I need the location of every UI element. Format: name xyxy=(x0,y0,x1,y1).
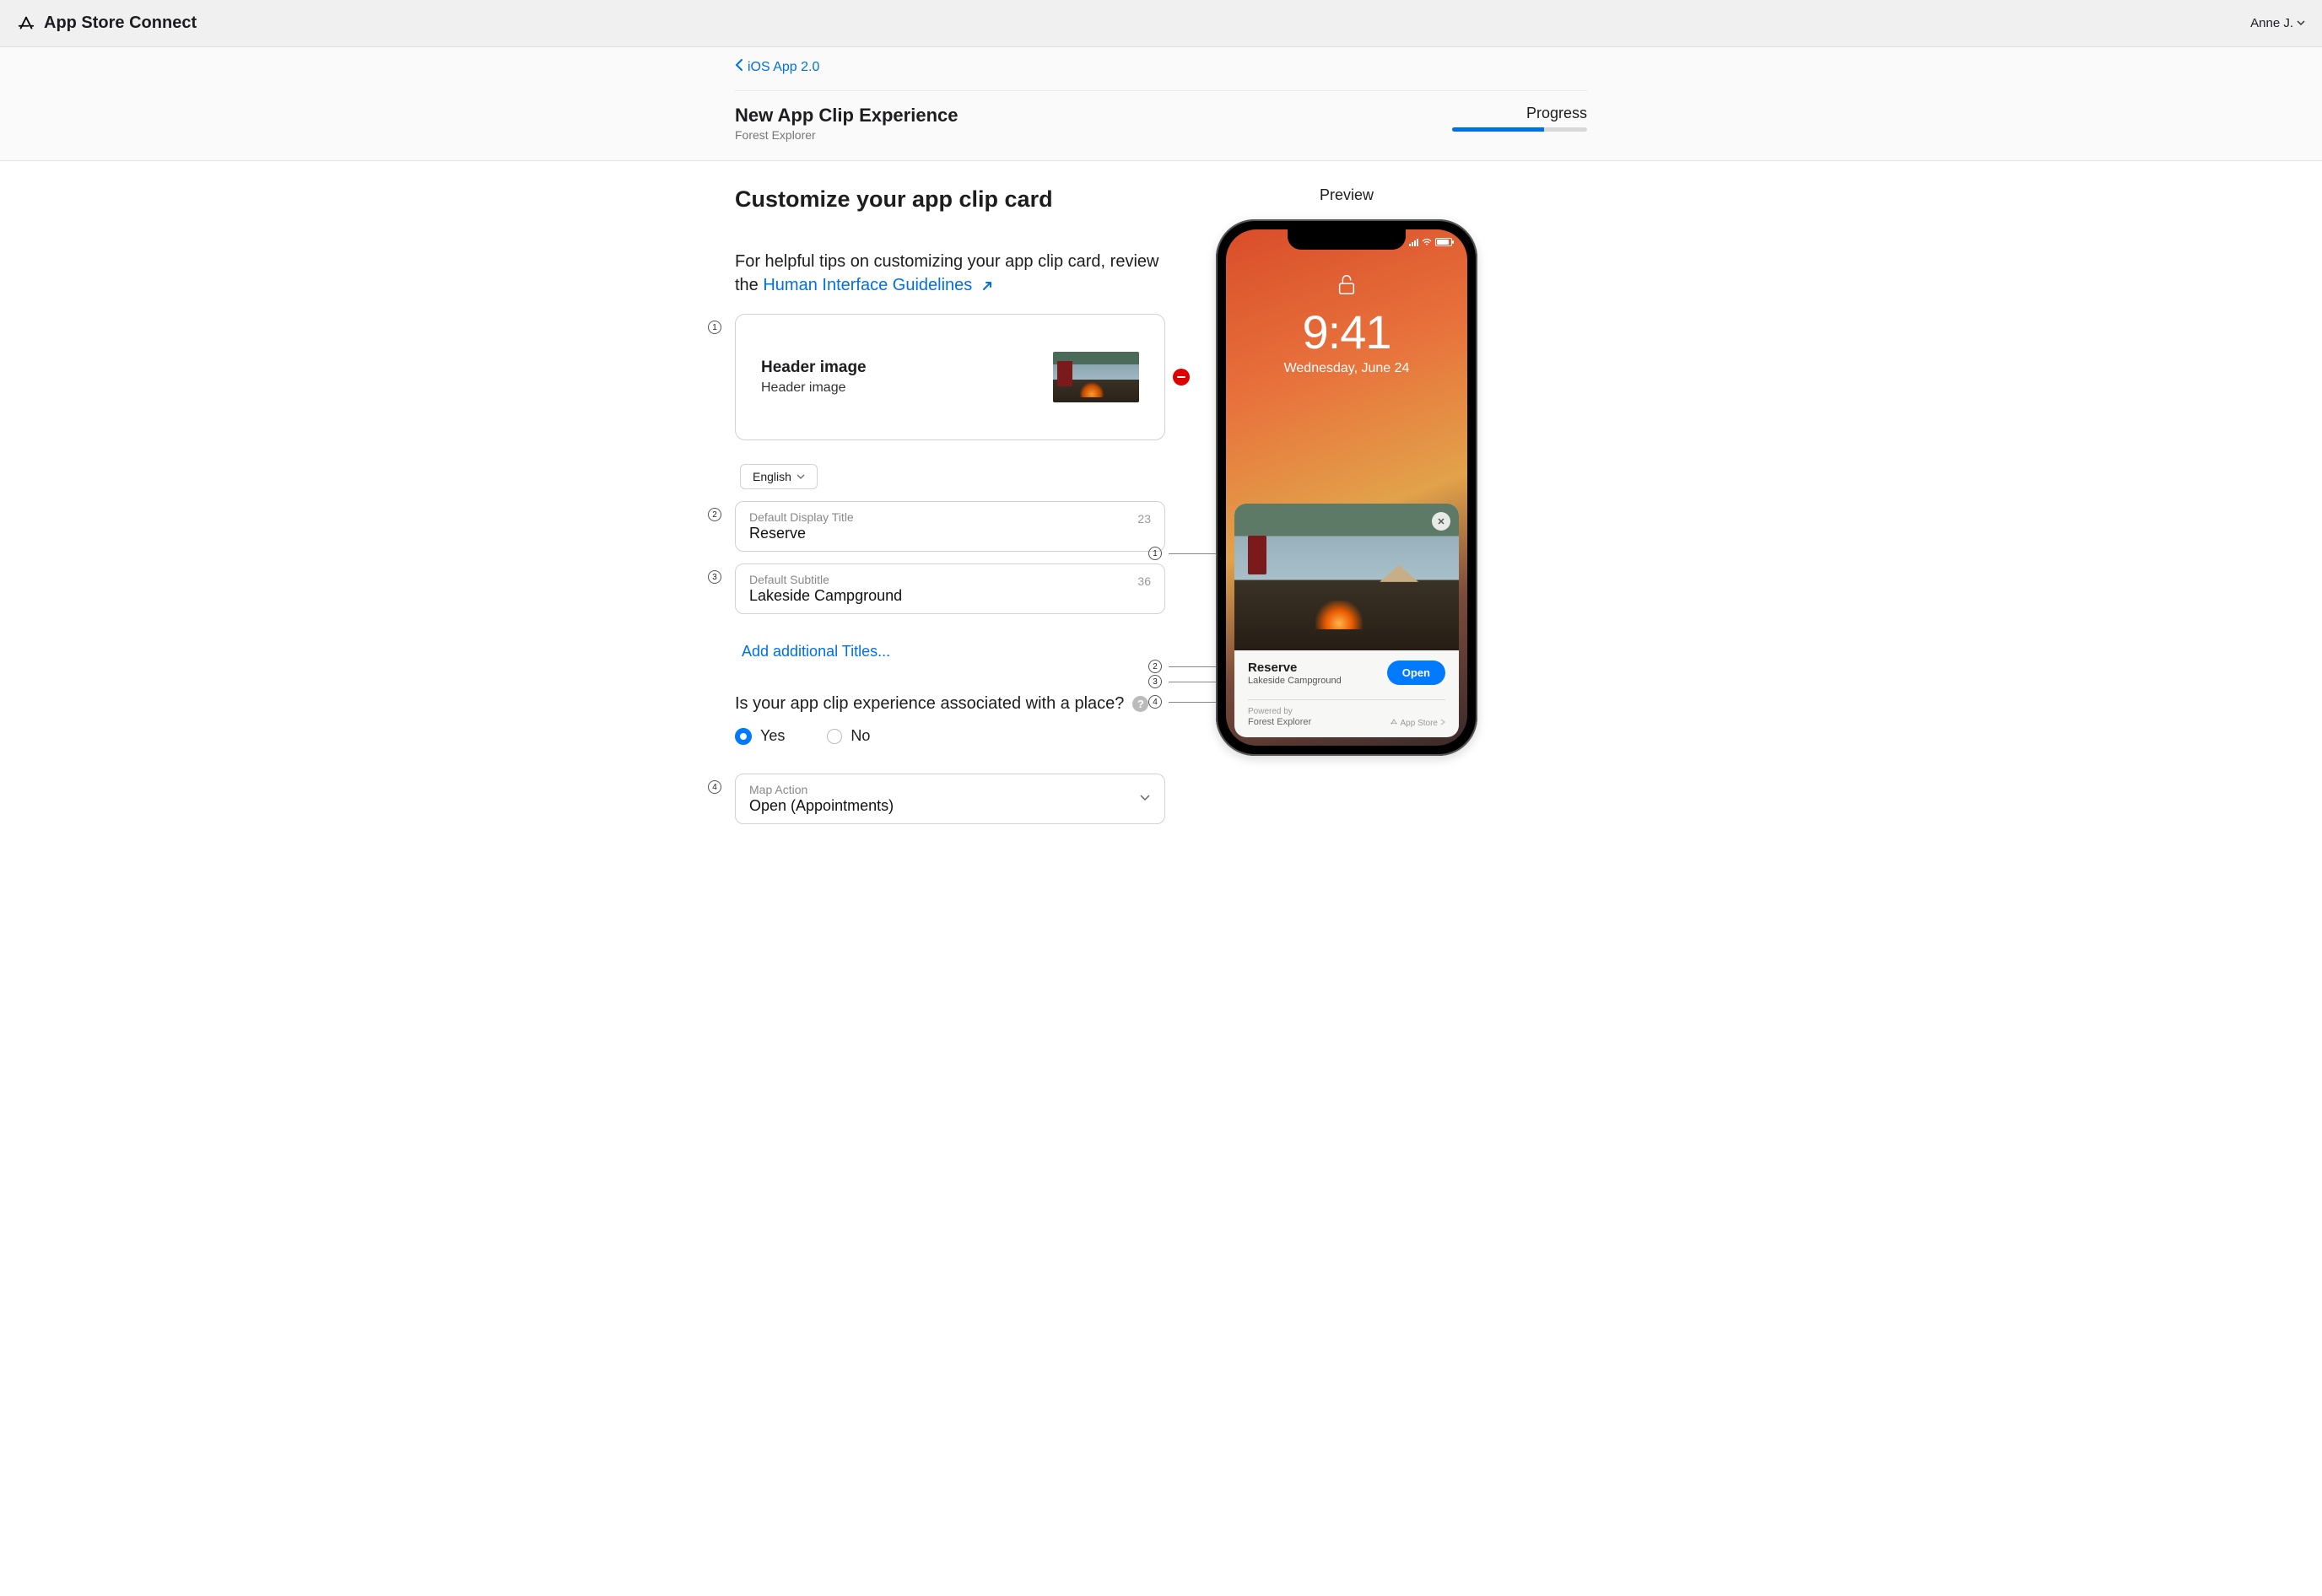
page-subtitle: Forest Explorer xyxy=(735,128,958,142)
breadcrumb-back[interactable]: iOS App 2.0 xyxy=(735,59,1587,91)
chevron-right-icon xyxy=(1440,719,1445,728)
lock-icon xyxy=(1226,273,1467,299)
header-image-thumbnail xyxy=(1053,352,1139,402)
app-store-link[interactable]: App Store xyxy=(1390,718,1445,729)
battery-icon xyxy=(1435,238,1452,246)
user-menu[interactable]: Anne J. xyxy=(2250,16,2305,30)
header-image-subtitle: Header image xyxy=(761,380,867,396)
callout-2: 2 xyxy=(1148,660,1162,673)
chevron-down-icon xyxy=(796,470,805,483)
help-icon[interactable]: ? xyxy=(1132,696,1148,712)
language-select[interactable]: English xyxy=(740,464,818,489)
display-title-label: Default Display Title xyxy=(749,510,1151,524)
clip-app-name: Forest Explorer xyxy=(1248,717,1311,729)
add-additional-titles-link[interactable]: Add additional Titles... xyxy=(742,643,890,661)
form-column: Customize your app clip card For helpful… xyxy=(735,186,1165,841)
chevron-down-icon xyxy=(1139,790,1151,807)
section-heading: Customize your app clip card xyxy=(735,186,1165,213)
language-value: English xyxy=(753,470,791,483)
wifi-icon xyxy=(1422,238,1432,246)
header-image-card[interactable]: Header image Header image xyxy=(735,314,1165,440)
lock-time: 9:41 xyxy=(1226,305,1467,359)
clip-subtitle: Lakeside Campground xyxy=(1248,676,1342,686)
hig-link[interactable]: Human Interface Guidelines xyxy=(763,276,993,294)
phone-preview: 9:41 Wednesday, June 24 xyxy=(1216,219,1477,756)
app-title: App Store Connect xyxy=(44,13,197,33)
callout-3: 3 xyxy=(1148,675,1162,688)
subtitle-label: Default Subtitle xyxy=(749,573,1151,586)
place-no-radio[interactable]: No xyxy=(827,727,870,745)
display-title-value: Reserve xyxy=(749,525,1151,542)
callout-4: 4 xyxy=(1148,695,1162,709)
place-question: Is your app clip experience associated w… xyxy=(735,694,1165,714)
clip-title: Reserve xyxy=(1248,661,1342,675)
app-clip-card: Reserve Lakeside Campground Open Powered… xyxy=(1234,504,1459,737)
display-title-field[interactable]: Default Display Title Reserve 23 xyxy=(735,501,1165,552)
step-number-1: 1 xyxy=(708,321,721,334)
intro-text: For helpful tips on customizing your app… xyxy=(735,250,1165,297)
map-action-select[interactable]: Map Action Open (Appointments) xyxy=(735,774,1165,824)
breadcrumb-label: iOS App 2.0 xyxy=(748,60,819,75)
topbar: App Store Connect Anne J. xyxy=(0,0,2322,47)
clip-close-button[interactable] xyxy=(1432,512,1450,531)
subtitle-value: Lakeside Campground xyxy=(749,587,1151,605)
signal-icon xyxy=(1409,239,1418,246)
clip-hero-image xyxy=(1234,504,1459,650)
step-number-4: 4 xyxy=(708,780,721,794)
map-action-label: Map Action xyxy=(749,783,1151,796)
progress-bar xyxy=(1452,127,1587,132)
user-name: Anne J. xyxy=(2250,16,2293,30)
app-store-connect-logo-icon xyxy=(17,14,35,33)
status-icons xyxy=(1409,238,1452,246)
subheader: iOS App 2.0 New App Clip Experience Fore… xyxy=(0,47,2322,161)
page-title: New App Clip Experience xyxy=(735,105,958,127)
step-number-2: 2 xyxy=(708,508,721,521)
subtitle-field[interactable]: Default Subtitle Lakeside Campground 36 xyxy=(735,563,1165,614)
clip-open-button[interactable]: Open xyxy=(1387,661,1445,685)
header-image-title: Header image xyxy=(761,359,867,377)
preview-label: Preview xyxy=(1216,186,1477,204)
preview-column: Preview 1 2 3 4 xyxy=(1216,186,1477,841)
lock-date: Wednesday, June 24 xyxy=(1226,361,1467,376)
app-store-icon xyxy=(1390,718,1398,729)
place-yes-radio[interactable]: Yes xyxy=(735,727,785,745)
step-number-3: 3 xyxy=(708,570,721,584)
map-action-value: Open (Appointments) xyxy=(749,797,1151,815)
powered-by-label: Powered by xyxy=(1248,707,1311,718)
chevron-down-icon xyxy=(2297,16,2305,30)
chevron-left-icon xyxy=(735,59,742,75)
progress-label: Progress xyxy=(1452,105,1587,122)
callout-1: 1 xyxy=(1148,547,1162,560)
external-link-icon xyxy=(981,276,993,294)
